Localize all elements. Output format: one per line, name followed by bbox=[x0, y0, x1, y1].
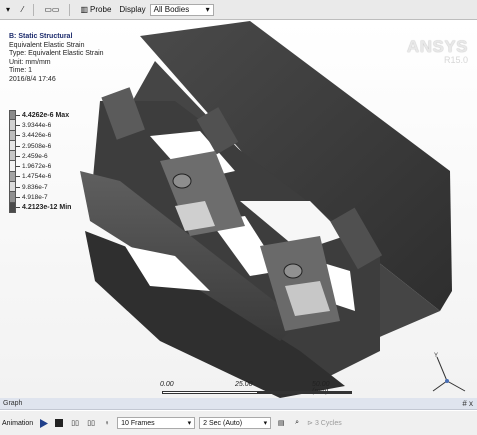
ansys-logo: ANSYS R15.0 bbox=[407, 37, 468, 65]
cycles-icon: ⊳ bbox=[307, 420, 314, 427]
legend-row: 1.9672e-6 bbox=[9, 161, 71, 172]
legend-label: 2.459e-6 bbox=[22, 152, 48, 160]
line-icon[interactable]: ⁄ bbox=[18, 3, 27, 16]
cycles-label: 3 Cycles bbox=[314, 420, 342, 427]
legend-label: 1.9672e-6 bbox=[22, 163, 52, 171]
legend-label: 4.918e-7 bbox=[22, 194, 48, 202]
animation-label: Animation bbox=[2, 419, 34, 427]
scope-value: All Bodies bbox=[153, 5, 190, 14]
legend-label: 3.9344e-6 bbox=[22, 121, 52, 129]
legend-row: 2.459e-6 bbox=[9, 151, 71, 162]
legend-swatch bbox=[9, 161, 16, 172]
legend-label: 1.4754e-6 bbox=[22, 173, 52, 181]
brand-name: ANSYS bbox=[406, 37, 468, 56]
toolbar-separator bbox=[33, 3, 35, 16]
display-label: Display bbox=[119, 5, 146, 14]
legend-swatch bbox=[9, 130, 16, 141]
legend-label: 4.4262e-6 Max bbox=[22, 111, 70, 119]
bolt-hole-2 bbox=[283, 263, 303, 279]
duration-dropdown[interactable]: 2 Sec (Auto) ▾ bbox=[199, 417, 272, 429]
bolt-hole-1 bbox=[172, 173, 192, 189]
contour-legend: 4.4262e-6 Max 3.9344e-6 3.4426e-6 2.9508… bbox=[9, 110, 71, 213]
next-frame-icon[interactable]: ▯▯ bbox=[85, 417, 97, 429]
legend-swatch bbox=[9, 110, 16, 121]
svg-text:Y: Y bbox=[434, 353, 438, 359]
duration-value: 2 Sec (Auto) bbox=[203, 419, 243, 427]
chevron-down-icon: ▾ bbox=[187, 420, 192, 427]
play-icon[interactable] bbox=[37, 417, 49, 429]
bulb-icon[interactable]: ♀ bbox=[101, 417, 113, 429]
legend-swatch bbox=[9, 192, 16, 203]
legend-label: 3.4426e-6 bbox=[22, 132, 52, 140]
probe-icon: ▥ bbox=[80, 5, 89, 14]
zoom-fit-icon[interactable]: ▭▭ bbox=[40, 3, 63, 16]
stop-icon[interactable] bbox=[53, 417, 65, 429]
frames-dropdown[interactable]: 10 Frames ▾ bbox=[117, 417, 196, 429]
result-line: Type: Equivalent Elastic Strain bbox=[9, 50, 104, 58]
legend-row: 2.9508e-6 bbox=[9, 140, 71, 152]
result-line: Equivalent Elastic Strain bbox=[9, 41, 85, 49]
graphics-viewport[interactable]: B: Static Structural Equivalent Elastic … bbox=[0, 21, 477, 399]
legend-label: 4.2123e-12 Min bbox=[22, 204, 72, 212]
legend-row: 1.4754e-6 bbox=[9, 171, 71, 183]
prev-frame-icon[interactable]: ▯▯ bbox=[69, 417, 81, 429]
graph-panel-title: Graph bbox=[3, 400, 23, 407]
pin-close-controls[interactable]: # x bbox=[462, 398, 473, 410]
legend-swatch bbox=[9, 120, 16, 131]
legend-row: 4.2123e-12 Min bbox=[9, 202, 72, 213]
axis-triad-icon[interactable]: Y bbox=[429, 351, 469, 396]
animation-toolbar: Animation ▯▯ ▯▯ ♀ 10 Frames ▾ 2 Sec (Aut… bbox=[0, 411, 477, 435]
scale-tick: 25.00 bbox=[235, 381, 253, 388]
legend-swatch bbox=[9, 151, 16, 162]
scope-dropdown[interactable]: All Bodies ▾ bbox=[149, 3, 214, 16]
legend-row: 4.4262e-6 Max bbox=[9, 110, 71, 121]
toolbar-separator bbox=[69, 3, 71, 16]
top-toolbar: ▾ ⁄ ▭▭ ▥ Probe Display All Bodies ▾ bbox=[0, 0, 477, 20]
scale-tick: 0.00 bbox=[160, 381, 174, 388]
scale-bar-graphic bbox=[162, 391, 352, 394]
probe-button[interactable]: ▥ Probe bbox=[76, 3, 115, 16]
result-line: Unit: mm/mm bbox=[9, 58, 51, 66]
legend-swatch bbox=[9, 140, 16, 152]
result-line: Time: 1 bbox=[9, 67, 33, 75]
legend-row: 4.918e-7 bbox=[9, 192, 71, 203]
zoom-icon[interactable]: ⌕ bbox=[291, 417, 303, 429]
graph-panel-header: Graph # x bbox=[0, 398, 477, 410]
export-icon[interactable]: ▤ bbox=[275, 417, 287, 429]
legend-row: 9.836e-7 bbox=[9, 182, 71, 193]
cycles-button[interactable]: ⊳ 3 Cycles bbox=[307, 419, 342, 427]
legend-row: 3.9344e-6 bbox=[9, 120, 71, 131]
result-title: B: Static Structural bbox=[9, 33, 73, 40]
chevron-down-icon: ▾ bbox=[205, 5, 210, 14]
chevron-down-icon: ▾ bbox=[263, 420, 268, 427]
legend-swatch bbox=[9, 182, 16, 193]
frames-value: 10 Frames bbox=[121, 419, 155, 427]
legend-swatch bbox=[9, 202, 16, 213]
legend-label: 9.836e-7 bbox=[22, 183, 48, 191]
legend-row: 3.4426e-6 bbox=[9, 130, 71, 141]
legend-label: 2.9508e-6 bbox=[22, 142, 52, 150]
result-line: 2016/8/4 17:46 bbox=[9, 75, 56, 83]
result-info: B: Static Structural Equivalent Elastic … bbox=[9, 33, 104, 85]
probe-label: Probe bbox=[90, 5, 112, 14]
legend-swatch bbox=[9, 171, 16, 183]
pointer-icon[interactable]: ▾ bbox=[2, 3, 14, 16]
